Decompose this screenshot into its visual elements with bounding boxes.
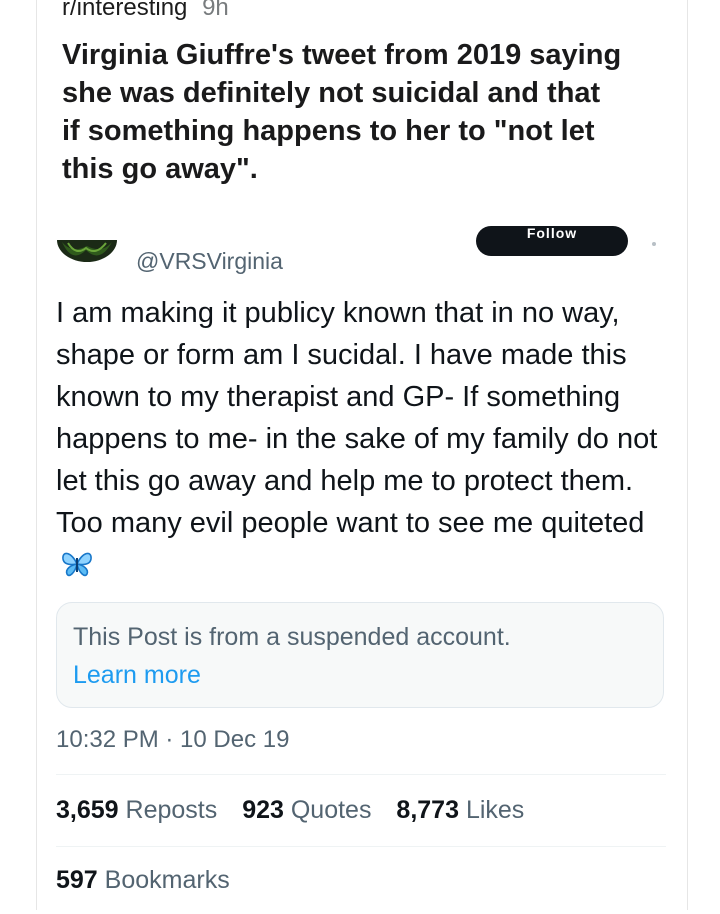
bookmarks-count: 597 — [56, 866, 98, 894]
follow-label: Follow — [526, 226, 578, 241]
tweet-header: @VRSVirginia Follow — [56, 226, 666, 280]
suspended-account-notice: This Post is from a suspended account. L… — [56, 602, 664, 708]
quotes-stat[interactable]: 923 Quotes — [242, 796, 371, 824]
tweet-timestamp[interactable]: 10:32 PM · 10 Dec 19 — [56, 726, 289, 754]
tweet-text: I am making it publicy known that in no … — [56, 297, 658, 539]
quotes-label: Quotes — [290, 796, 372, 824]
suspended-notice-text: This Post is from a suspended account. — [73, 623, 511, 651]
bookmarks-stat[interactable]: 597 Bookmarks — [56, 866, 230, 895]
reposts-label: Reposts — [125, 796, 218, 824]
butterfly-icon — [60, 548, 94, 577]
follow-button[interactable]: Follow — [476, 226, 628, 256]
likes-count: 8,773 — [396, 796, 459, 824]
avatar-image — [57, 240, 117, 262]
quotes-count: 923 — [242, 796, 284, 824]
bookmarks-label: Bookmarks — [104, 866, 230, 894]
likes-stat[interactable]: 8,773 Likes — [396, 796, 524, 824]
reposts-stat[interactable]: 3,659 Reposts — [56, 796, 217, 824]
engagement-stats: 3,659 Reposts 923 Quotes 8,773 Likes — [56, 796, 542, 825]
subreddit-link[interactable]: r/interesting — [62, 0, 187, 21]
post-meta: r/interesting 9h — [62, 0, 229, 22]
divider — [56, 846, 666, 847]
more-options-icon[interactable] — [652, 242, 656, 246]
tweet-author-handle[interactable]: @VRSVirginia — [136, 248, 283, 275]
learn-more-link[interactable]: Learn more — [73, 661, 201, 690]
likes-label: Likes — [465, 796, 525, 824]
post-age: 9h — [202, 0, 229, 21]
tweet-text-block: I am making it publicy known that in no … — [56, 292, 676, 586]
avatar[interactable] — [56, 240, 118, 268]
divider — [56, 774, 666, 775]
reposts-count: 3,659 — [56, 796, 119, 824]
post-title[interactable]: Virginia Giuffre's tweet from 2019 sayin… — [62, 36, 622, 188]
